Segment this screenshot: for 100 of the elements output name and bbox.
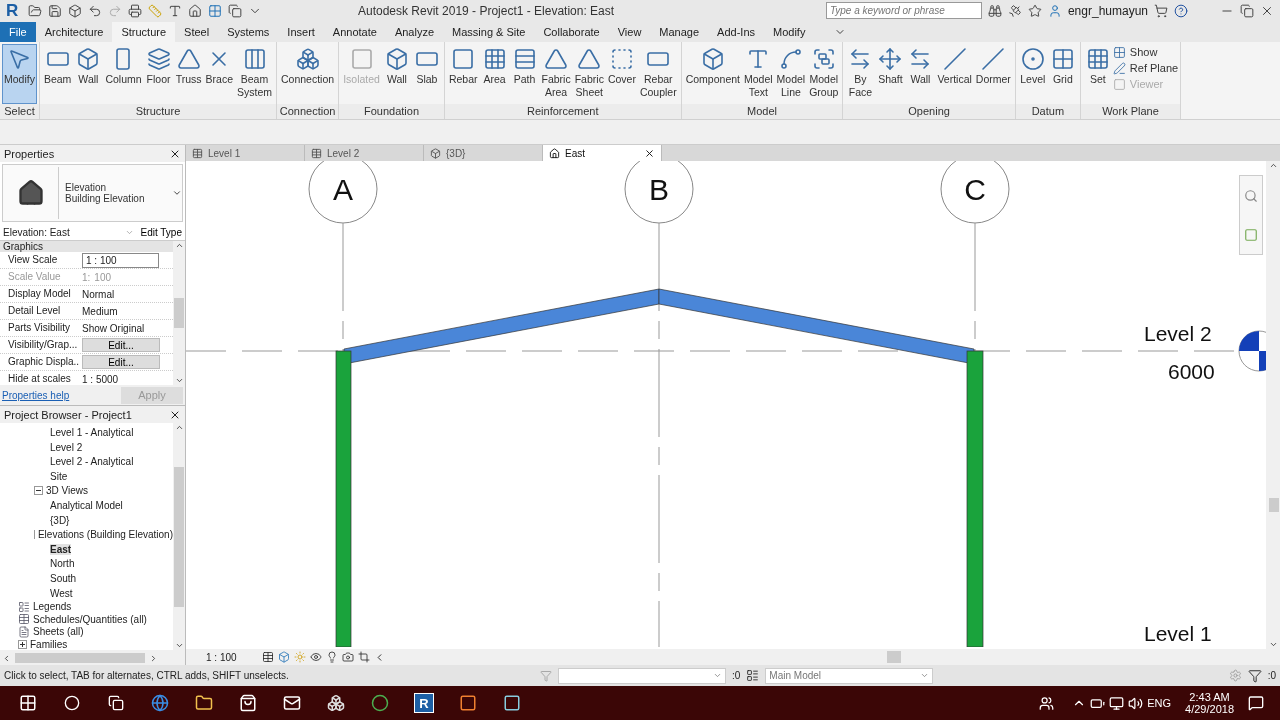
clock[interactable]: 2:43 AM 4/29/2018 — [1185, 691, 1234, 715]
zoom-icon[interactable] — [1244, 188, 1258, 203]
folder-icon[interactable] — [28, 3, 42, 18]
ribbon-tool[interactable]: Slab — [411, 43, 442, 104]
ribbon-tool[interactable]: Modify — [2, 43, 37, 104]
ribbon-tool[interactable]: Beam — [41, 43, 74, 104]
ribbon-tool[interactable]: Rebar Coupler — [637, 43, 679, 104]
ribbon-tab[interactable]: View — [608, 21, 651, 42]
ribbon-tool[interactable]: Set — [1082, 43, 1113, 104]
ribbon-tab[interactable]: Manage — [650, 21, 709, 42]
browser-icon[interactable] — [371, 694, 389, 712]
ribbon-tool[interactable]: Beam System — [235, 43, 274, 104]
ribbon-tool[interactable]: Connection — [279, 43, 337, 104]
network-icon[interactable] — [1109, 695, 1125, 711]
language-indicator[interactable]: ENG — [1147, 697, 1172, 709]
scroll-thumb[interactable] — [174, 298, 184, 329]
mail-icon[interactable] — [283, 694, 301, 712]
binoculars-icon[interactable] — [987, 3, 1002, 18]
folder-icon[interactable] — [195, 694, 213, 712]
tree-item[interactable]: Analytical Model — [50, 500, 123, 512]
tree-item[interactable]: {3D} — [50, 514, 70, 526]
ribbon-tool[interactable]: Fabric Area — [539, 43, 573, 104]
ribbon-tool[interactable]: Rebar — [446, 43, 480, 104]
tree-item[interactable]: East — [50, 543, 72, 555]
ribbon-tool[interactable]: Model Group — [807, 43, 841, 104]
ribbon-tool[interactable]: Vertical — [935, 43, 974, 104]
user-name[interactable]: engr_humayun — [1067, 3, 1148, 18]
design-option-dropdown[interactable]: Main Model — [765, 667, 934, 684]
ribbon-tool[interactable]: Component — [683, 43, 742, 104]
scroll-right-icon[interactable] — [149, 653, 158, 663]
windows-logo-icon[interactable] — [19, 694, 37, 712]
tree-item[interactable]: Level 1 - Analytical — [50, 427, 134, 439]
ribbon-tool[interactable]: Column — [103, 43, 144, 104]
scroll-thumb[interactable] — [887, 651, 901, 664]
printer-icon[interactable] — [128, 3, 142, 18]
ribbon-tool[interactable]: Shaft — [875, 43, 906, 104]
ribbon-tool[interactable]: Level — [1017, 43, 1048, 104]
windows-icon[interactable] — [228, 3, 242, 18]
tree-item[interactable]: Site — [50, 470, 68, 482]
tree-item[interactable]: Families — [30, 638, 68, 650]
app-icon[interactable] — [459, 694, 477, 712]
user-icon[interactable] — [1047, 3, 1062, 18]
ribbon-tool[interactable]: Wall — [381, 43, 412, 104]
house-icon[interactable] — [188, 3, 202, 18]
save-icon[interactable] — [48, 3, 62, 18]
property-input[interactable]: 1 : 100 — [82, 252, 159, 268]
tree-item[interactable]: Elevations (Building Elevation) — [37, 529, 173, 541]
ribbon-tab[interactable]: Add-Ins — [708, 21, 765, 42]
undo-icon[interactable] — [88, 3, 102, 18]
ribbon-tool[interactable]: Wall — [73, 43, 104, 104]
ribbon-tool[interactable]: Path — [509, 43, 540, 104]
view-scale[interactable]: 1 : 100 — [206, 651, 258, 663]
browser-icon[interactable] — [151, 694, 169, 712]
bag-icon[interactable] — [239, 694, 257, 712]
tree-item[interactable]: Sheets (all) — [33, 626, 84, 638]
cart-icon[interactable] — [1154, 3, 1168, 18]
satellite-icon[interactable] — [1007, 3, 1022, 18]
app-logo[interactable]: R — [6, 0, 22, 21]
ribbon-tool[interactable]: Wall — [905, 43, 936, 104]
ribbon-tool[interactable]: Truss — [173, 43, 204, 104]
scroll-thumb[interactable] — [174, 466, 184, 607]
revit-taskbar-icon[interactable]: R — [414, 693, 434, 713]
type-selector[interactable]: Elevation Building Elevation — [2, 164, 183, 223]
scroll-thumb[interactable] — [15, 653, 145, 664]
ribbon-tool[interactable]: Dormer — [973, 43, 1013, 104]
star-icon[interactable] — [1027, 3, 1042, 18]
ribbon-tool[interactable]: Model Line — [774, 43, 808, 104]
ribbon-tab[interactable]: Massing & Site — [443, 21, 535, 42]
ribbon-tool[interactable]: Cover — [605, 43, 638, 104]
letter-icon[interactable] — [168, 3, 182, 18]
tree-item[interactable]: Level 2 - Analytical — [50, 456, 134, 468]
help-link[interactable]: Properties help — [2, 389, 70, 401]
ribbon-tab[interactable]: Steel — [175, 21, 219, 42]
ribbon-tool[interactable]: Area — [479, 43, 510, 104]
ribbon-tool[interactable]: Floor — [143, 43, 174, 104]
tree-item[interactable]: West — [50, 587, 73, 599]
edit-button[interactable]: Edit... — [82, 355, 160, 370]
search-icon[interactable] — [64, 695, 80, 711]
scroll-thumb[interactable] — [1268, 498, 1279, 513]
document-tab[interactable]: East — [543, 145, 662, 162]
ribbon-tool[interactable]: Grid — [1047, 43, 1078, 104]
tree-item[interactable]: Schedules/Quantities (all) — [33, 613, 147, 625]
help-icon[interactable] — [1174, 3, 1188, 18]
task-view-icon[interactable] — [108, 695, 124, 711]
edit-button[interactable]: Edit... — [82, 338, 160, 353]
ribbon-tool[interactable]: By Face — [845, 43, 876, 104]
ribbon-tab[interactable]: Structure — [112, 21, 176, 42]
ribbon-tab[interactable]: Annotate — [323, 21, 386, 42]
tree-item[interactable]: 3D Views — [46, 485, 89, 497]
people-icon[interactable] — [1039, 695, 1055, 711]
search-field[interactable]: Type a keyword or phrase — [825, 2, 982, 20]
volume-icon[interactable] — [1128, 695, 1144, 711]
ribbon-tool[interactable]: Show — [1112, 45, 1179, 59]
ribbon-tab[interactable]: Analyze — [385, 21, 444, 42]
tree-item[interactable]: Level 2 — [50, 441, 83, 453]
edit-type-button[interactable]: Edit Type — [137, 225, 185, 240]
tree-item[interactable]: South — [50, 573, 77, 584]
expand-icon[interactable] — [18, 639, 27, 649]
ribbon-tool[interactable]: Brace — [203, 43, 235, 104]
app-icon[interactable] — [503, 694, 521, 712]
